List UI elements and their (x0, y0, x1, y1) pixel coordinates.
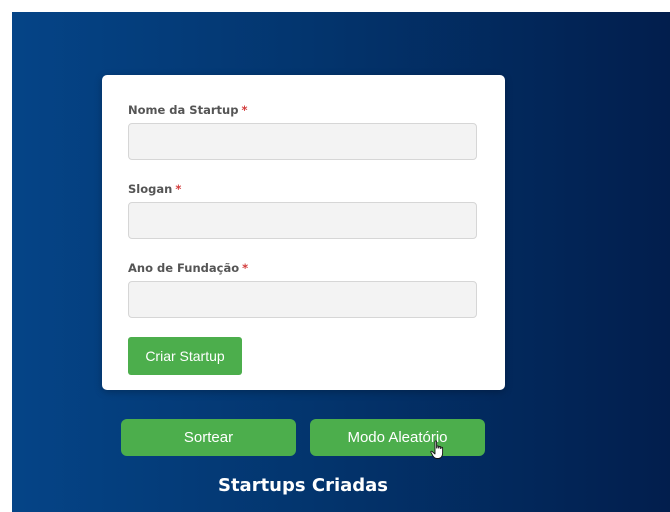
app-viewport: Nome da Startup * Slogan * Ano de Fundação… (12, 12, 670, 512)
founding-year-label: Ano de Fundação * (128, 261, 249, 275)
created-startups-heading: Startups Criadas (217, 475, 389, 496)
create-startup-button[interactable]: Criar Startup (128, 337, 242, 375)
founding-year-input[interactable] (128, 281, 477, 318)
hand-pointer-icon (430, 440, 444, 459)
random-mode-button[interactable]: Modo Aleatório (310, 419, 485, 456)
startup-form-card: Nome da Startup * Slogan * Ano de Fundação… (102, 75, 505, 390)
draw-button[interactable]: Sortear (121, 419, 296, 456)
required-asterisk: * (175, 182, 182, 196)
slogan-label: Slogan * (128, 182, 182, 196)
startup-name-label: Nome da Startup * (128, 103, 248, 117)
required-asterisk: * (242, 261, 249, 275)
startup-name-input[interactable] (128, 123, 477, 160)
slogan-input[interactable] (128, 202, 477, 239)
required-asterisk: * (241, 103, 248, 117)
